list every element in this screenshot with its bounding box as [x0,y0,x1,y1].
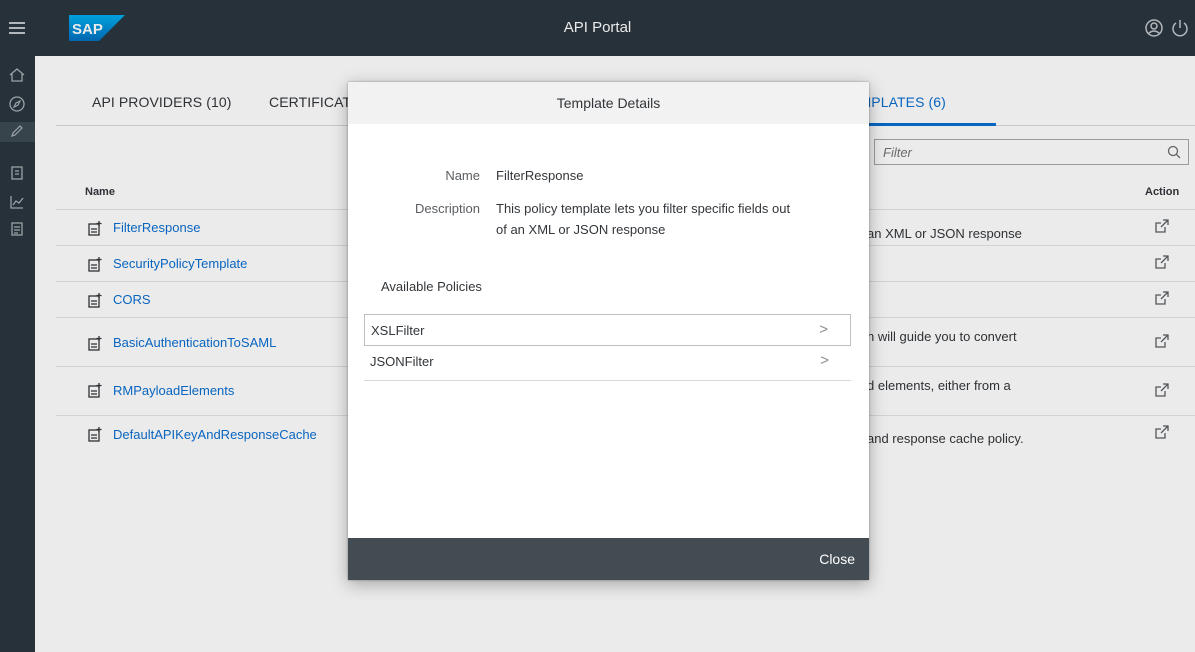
policy-list: XSLFilter > JSONFilter > [364,314,851,381]
chevron-right-icon: > [820,352,829,369]
close-button[interactable]: Close [819,551,855,567]
description-value-line-1: This policy template lets you filter spe… [496,201,791,216]
template-details-dialog: Template Details Name FilterResponse Des… [348,82,869,580]
chevron-right-icon: > [819,321,828,338]
policy-item-jsonfilter[interactable]: JSONFilter > [364,348,851,381]
description-label: Description [414,201,480,216]
available-policies-label: Available Policies [381,279,482,294]
dialog-footer: Close [348,538,869,580]
policy-label: XSLFilter [371,323,425,338]
name-value: FilterResponse [496,168,584,183]
dialog-title: Template Details [348,82,869,124]
name-label: Name [445,168,480,183]
description-value-line-2: of an XML or JSON response [496,222,666,237]
policy-item-xslfilter[interactable]: XSLFilter > [364,314,851,346]
policy-label: JSONFilter [370,354,434,369]
